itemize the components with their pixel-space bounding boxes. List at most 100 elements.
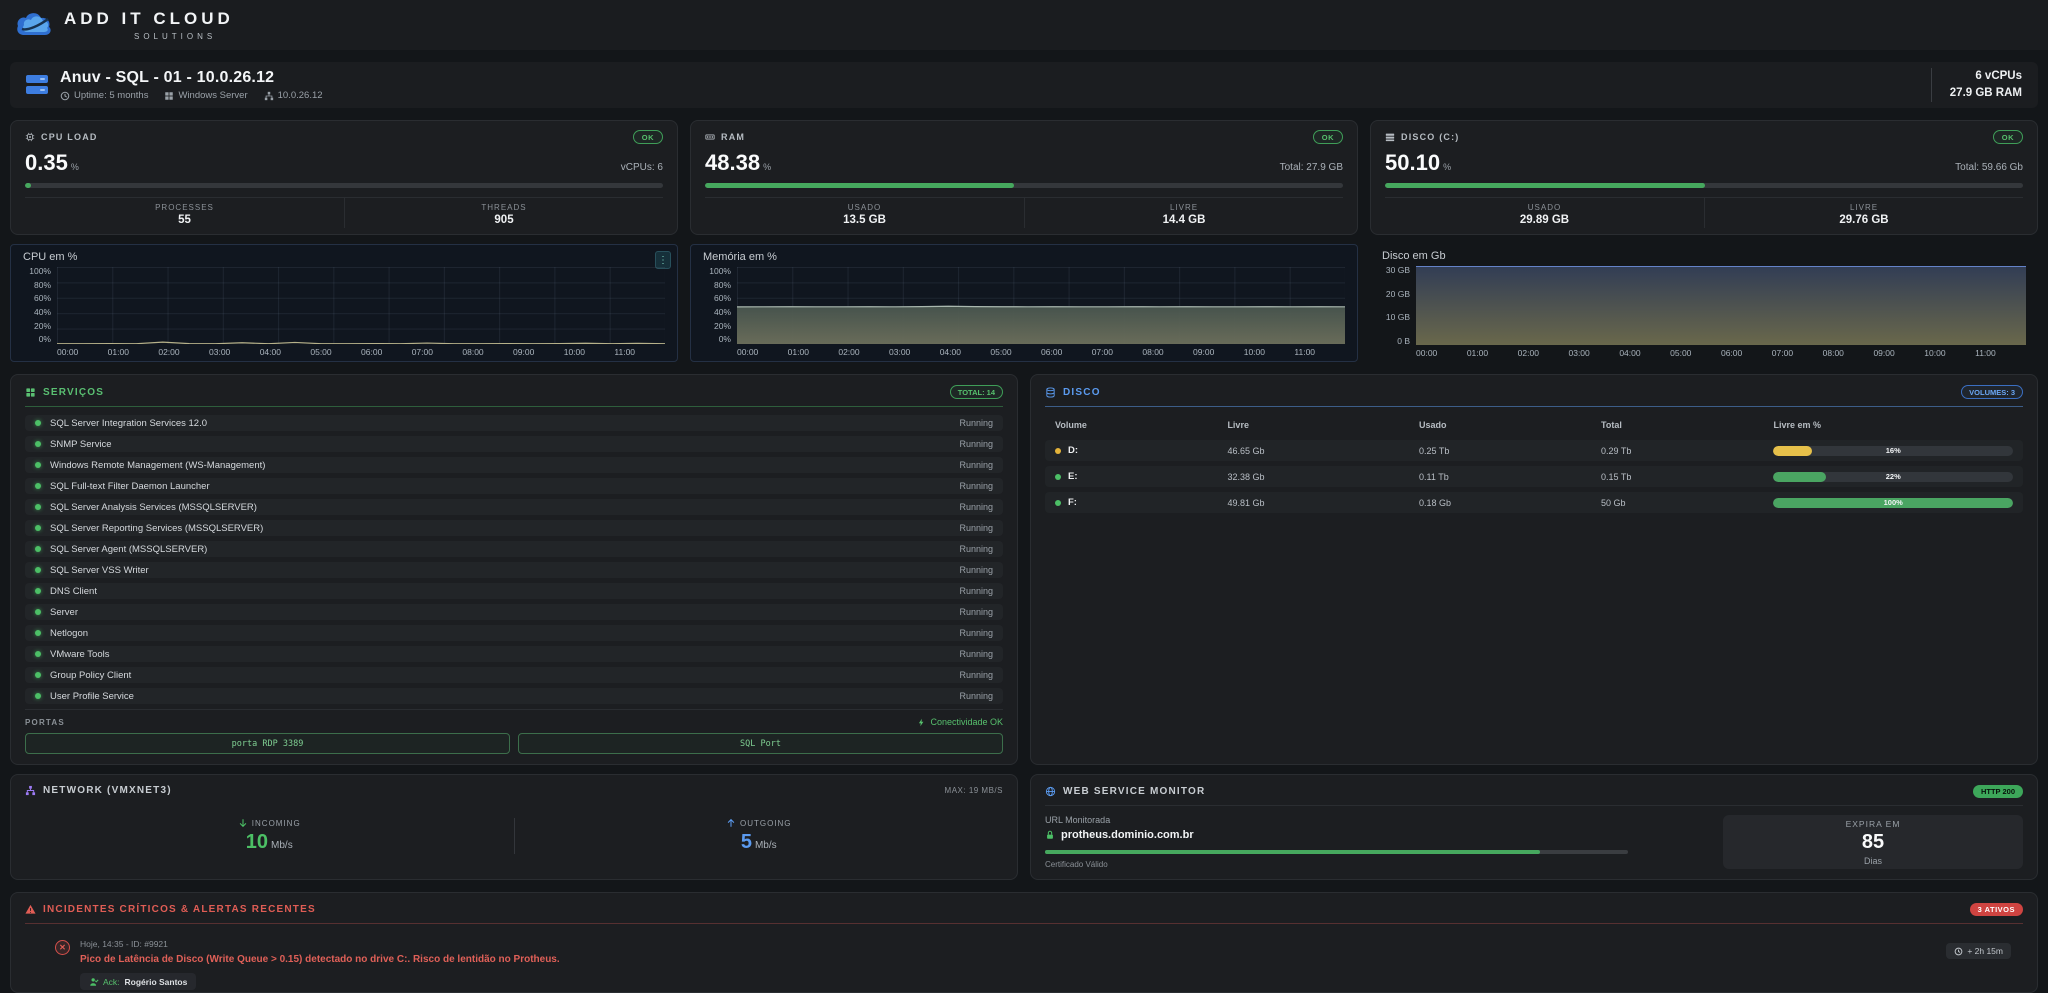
cert-status-text: Certificado Válido xyxy=(1045,860,1707,869)
cpu-icon xyxy=(25,132,35,142)
vcpus-label: vCPUs: 6 xyxy=(621,162,663,173)
service-status-dot xyxy=(35,546,41,552)
livre-cell: 32.38 Gb xyxy=(1227,472,1419,482)
disk-progress-bar xyxy=(1385,183,2023,188)
service-status: Running xyxy=(959,439,993,449)
service-row: SQL Full-text Filter Daemon Launcher Run… xyxy=(25,478,1003,494)
service-row: Group Policy Client Running xyxy=(25,667,1003,683)
service-name: SNMP Service xyxy=(50,439,959,450)
free-pct-bar: 22% xyxy=(1773,472,2013,482)
status-badge: OK xyxy=(1313,130,1343,144)
volume-status-dot xyxy=(1055,500,1061,506)
total-cell: 0.15 Tb xyxy=(1601,472,1773,482)
service-row: User Profile Service Running xyxy=(25,688,1003,704)
disk-table-header: Volume Livre Usado Total Livre em % xyxy=(1045,415,2023,435)
disk-volume-row: E: 32.38 Gb 0.11 Tb 0.15 Tb 22% xyxy=(1045,466,2023,487)
service-status-dot xyxy=(35,525,41,531)
service-status-dot xyxy=(35,567,41,573)
server-meta: Uptime: 5 months Windows Server 10.0.26.… xyxy=(60,90,323,101)
uptime-text: Uptime: 5 months xyxy=(74,90,148,101)
volume-name: F: xyxy=(1068,497,1077,508)
windows-icon xyxy=(164,91,174,101)
service-name: User Profile Service xyxy=(50,691,959,702)
service-row: SQL Server Agent (MSSQLSERVER) Running xyxy=(25,541,1003,557)
arrow-down-icon xyxy=(238,818,248,828)
service-row: VMware Tools Running xyxy=(25,646,1003,662)
incident-age-badge: + 2h 15m xyxy=(1946,943,2011,959)
memory-chart-panel: Memória em % 100%80%60%40%20%0% 00:0001:… xyxy=(690,244,1358,362)
disk-volume-row: F: 49.81 Gb 0.18 Gb 50 Gb 100% xyxy=(1045,492,2023,513)
ip-meta: 10.0.26.12 xyxy=(264,90,323,101)
service-name: Group Policy Client xyxy=(50,670,959,681)
chart-title: Disco em Gb xyxy=(1378,250,2026,262)
free-pct-label: 22% xyxy=(1773,472,2013,482)
outgoing-value: 5Mb/s xyxy=(741,831,777,854)
web-service-monitor-panel: WEB SERVICE MONITOR HTTP 200 URL Monitor… xyxy=(1030,774,2038,880)
x-axis-labels: 00:0001:0002:0003:0004:0005:0006:0007:00… xyxy=(737,344,1345,357)
arrow-up-icon xyxy=(726,818,736,828)
person-check-icon xyxy=(89,977,99,987)
col-total: Total xyxy=(1601,420,1773,430)
cert-progress-bar xyxy=(1045,850,1628,854)
port-sql-button[interactable]: SQL Port xyxy=(518,733,1003,754)
service-row: Windows Remote Management (WS-Management… xyxy=(25,457,1003,473)
app-header: ADD IT CLOUD SOLUTIONS xyxy=(0,0,2048,50)
ram-value: 48.38% xyxy=(705,150,771,176)
bolt-icon xyxy=(917,718,926,727)
incidents-title: INCIDENTES CRÍTICOS & ALERTAS RECENTES xyxy=(43,904,316,915)
ack-name: Rogério Santos xyxy=(125,977,188,987)
service-status-dot xyxy=(35,441,41,447)
col-livre-pct: Livre em % xyxy=(1773,420,2013,430)
service-name: SQL Server Agent (MSSQLSERVER) xyxy=(50,544,959,555)
port-rdp-button[interactable]: porta RDP 3389 xyxy=(25,733,510,754)
incident-meta: Hoje, 14:35 - ID: #9921 xyxy=(80,939,1936,949)
clock-icon xyxy=(1954,947,1963,956)
service-status-dot xyxy=(35,672,41,678)
ack-label: Ack: xyxy=(103,977,120,987)
services-list: SQL Server Integration Services 12.0 Run… xyxy=(25,415,1003,709)
incident-age-text: + 2h 15m xyxy=(1967,946,2003,956)
chart-title: Memória em % xyxy=(699,251,1345,263)
free-pct-label: 100% xyxy=(1773,498,2013,508)
brand-name: ADD IT CLOUD xyxy=(64,9,234,29)
service-status: Running xyxy=(959,502,993,512)
ack-badge: Ack: Rogério Santos xyxy=(80,973,196,990)
volume-cell: E: xyxy=(1055,471,1227,482)
network-nodes-icon xyxy=(25,785,36,796)
service-row: SQL Server Integration Services 12.0 Run… xyxy=(25,415,1003,431)
warning-triangle-icon xyxy=(25,904,36,915)
free-pct-bar: 100% xyxy=(1773,498,2013,508)
threads-stat: THREADS905 xyxy=(344,198,663,228)
ram-text: 27.9 GB RAM xyxy=(1950,85,2022,102)
service-row: DNS Client Running xyxy=(25,583,1003,599)
services-grid-icon xyxy=(25,387,36,398)
cpu-chart-panel: CPU em % ⋮ 100%80%60%40%20%0% 00:0001:00… xyxy=(10,244,678,362)
network-title: NETWORK (VMXNET3) xyxy=(43,785,172,796)
usado-stat: USADO29.89 GB xyxy=(1385,198,1704,228)
server-icon xyxy=(26,75,48,95)
monitored-url[interactable]: protheus.dominio.com.br xyxy=(1045,829,1707,841)
cloud-logo-icon xyxy=(14,9,56,41)
free-pct-bar: 16% xyxy=(1773,446,2013,456)
service-status: Running xyxy=(959,628,993,638)
service-name: Server xyxy=(50,607,959,618)
cpu-chart-plot xyxy=(57,267,665,344)
livre-stat: LIVRE14.4 GB xyxy=(1024,198,1343,228)
incoming-value: 10Mb/s xyxy=(246,831,293,854)
total-cell: 50 Gb xyxy=(1601,498,1773,508)
cpu-load-value: 0.35% xyxy=(25,150,79,176)
free-pct-cell: 100% xyxy=(1773,498,2013,508)
disk-rows: D: 46.65 Gb 0.25 Tb 0.29 Tb 16% xyxy=(1045,440,2023,513)
free-pct-cell: 22% xyxy=(1773,472,2013,482)
y-axis-labels: 100%80%60%40%20%0% xyxy=(19,267,57,344)
expiry-unit: Dias xyxy=(1864,856,1882,866)
usado-cell: 0.25 Tb xyxy=(1419,446,1601,456)
disk-chart-panel: Disco em Gb 30 GB20 GB10 GB0 B 00:0001:0… xyxy=(1370,244,2038,362)
disk-chart-plot xyxy=(1416,266,2026,345)
service-status-dot xyxy=(35,588,41,594)
services-title: SERVIÇOS xyxy=(43,387,104,398)
incident-message: Pico de Latência de Disco (Write Queue >… xyxy=(80,954,1936,965)
col-livre: Livre xyxy=(1227,420,1419,430)
services-total-badge: TOTAL: 14 xyxy=(950,385,1003,399)
card-title: DISCO (C:) xyxy=(1401,132,1460,142)
